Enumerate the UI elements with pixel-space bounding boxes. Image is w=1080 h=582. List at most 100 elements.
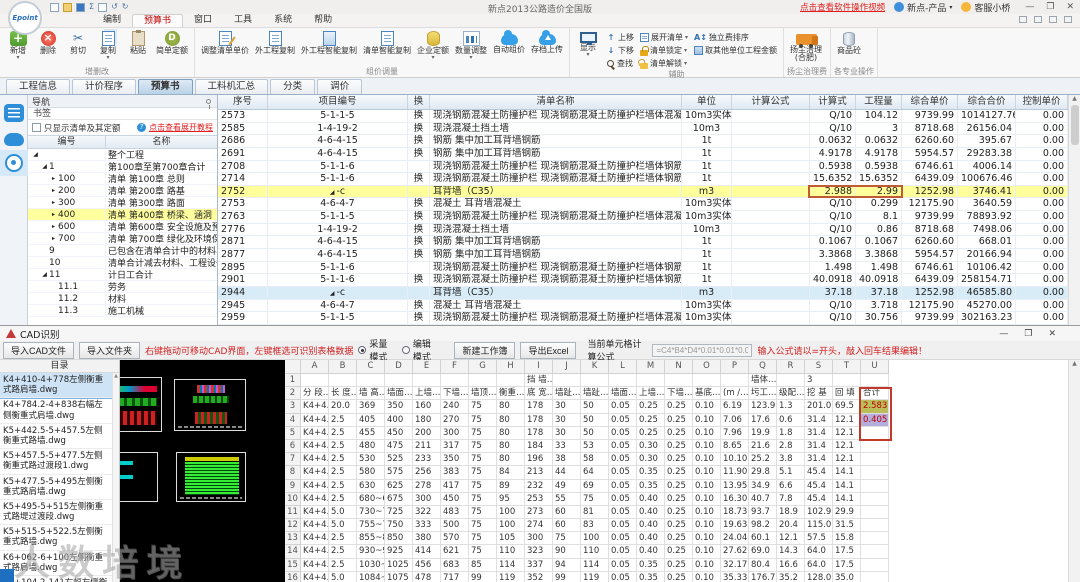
table-cell[interactable]: 2686 [218,135,268,147]
sheet-cell[interactable]: 墙面… [609,387,637,401]
sheet-cell[interactable] [693,374,721,388]
sheet-cell[interactable]: 0.10 [693,466,721,480]
sheet-cell[interactable]: 75 [469,505,497,520]
table-cell[interactable] [732,299,810,312]
table-cell[interactable]: 1t [682,135,732,147]
table-cell[interactable] [732,198,810,211]
sheet-cell[interactable]: 450 [385,426,413,440]
sheet-cell[interactable]: 2.5 [329,479,357,493]
undo-icon[interactable]: ↺ [111,2,118,12]
table-cell[interactable]: 0.00 [1016,198,1068,211]
table-cell[interactable]: 2573 [218,110,268,122]
sum-icon[interactable]: Σ [89,2,94,12]
sheet-cell[interactable]: 119 [581,571,609,582]
sheet-col-header[interactable]: L [609,360,637,374]
table-cell[interactable]: 5-1-1-5 [268,110,408,122]
table-cell[interactable]: 20166.94 [958,249,1016,261]
sheet-cell[interactable]: 7.06 [721,413,749,427]
sheet-cell[interactable]: 25.2 [749,453,777,467]
sheet-cell[interactable]: 80 [497,400,525,414]
sheet-cell[interactable]: 17.6 [749,413,777,427]
sheet-cell[interactable]: 233 [413,453,441,467]
table-cell[interactable] [732,312,810,324]
sheet-row-header[interactable]: 13 [285,532,301,546]
new-file-icon[interactable] [50,2,59,12]
table-cell[interactable]: 2763 [218,211,268,223]
sheet-cell[interactable] [833,374,861,388]
sheet-cell[interactable]: 底 宽… [525,387,553,401]
sheet-col-header[interactable]: P [721,360,749,374]
ribbon-button-db[interactable]: 企业定额 ▾ [414,29,452,67]
tree-arrow-icon[interactable]: ▸ [49,175,58,182]
sheet-cell[interactable]: 0.25 [665,519,693,533]
sheet-cell[interactable]: 29.9 [833,505,861,520]
sheet-cell[interactable]: 200 [413,426,441,440]
sheet-cell[interactable]: 75 [469,519,497,533]
table-cell[interactable]: 0.00 [1016,223,1068,236]
ribbon-button-expand[interactable]: 展开清单 ▾ [637,31,691,44]
sheet-cell[interactable]: 80 [497,413,525,427]
sidebar-item-locate[interactable] [0,150,28,176]
cad-close-button[interactable]: ✕ [1048,329,1056,339]
sheet-cell[interactable]: 64 [581,466,609,480]
table-cell[interactable]: 30.756 [856,312,902,324]
sheet-cell[interactable] [637,374,665,388]
sheet-cell[interactable] [861,545,889,559]
sheet-col-header[interactable]: E [413,360,441,374]
table-cell[interactable]: 换 [408,135,430,147]
ribbon-tab-帮助[interactable]: 帮助 [303,14,343,27]
table-cell[interactable]: 668.01 [958,236,1016,249]
table-cell[interactable] [732,135,810,147]
table-cell[interactable]: 4-6-4-15 [268,249,408,261]
sheet-cell[interactable]: 上墙… [413,387,441,401]
sheet-cell[interactable]: 176.7 [749,571,777,582]
table-cell[interactable]: 5-1-1-6 [268,261,408,274]
sheet-cell[interactable]: 55 [553,492,581,506]
sheet-cell[interactable]: 75 [469,492,497,506]
sheet-cell[interactable]: 1025 [385,558,413,572]
tab-工料机汇总[interactable]: 工料机汇总 [194,79,269,94]
sheet-cell[interactable]: 0.25 [665,426,693,440]
sheet-cell[interactable]: 0.25 [665,453,693,467]
tree-arrow-icon[interactable]: ◢ [40,163,49,170]
new-workbook-button[interactable]: 新建工作簿 [454,341,516,359]
cad-file-item[interactable]: K4+410-4+778左侧衡重式路肩墙.dwg [0,373,112,400]
sheet-cell[interactable]: 2.5 [329,545,357,559]
table-cell[interactable]: 7498.06 [958,223,1016,236]
sheet-cell[interactable] [861,532,889,546]
tab-工程信息[interactable]: 工程信息 [6,79,71,94]
sheet-cell[interactable]: 89 [497,479,525,493]
sheet-col-header[interactable]: S [805,360,833,374]
table-cell[interactable]: 4-6-4-15 [268,236,408,249]
sidebar-item-cloud[interactable] [0,126,28,150]
table-cell[interactable] [408,185,430,198]
sheet-cell[interactable] [441,374,469,388]
sheet-cell[interactable]: 75 [469,532,497,546]
tree-arrow-icon[interactable]: ◢ [31,151,40,158]
sheet-cell[interactable] [777,374,805,388]
table-cell[interactable]: 10m3 [682,223,732,236]
table-row[interactable]: 2573 5-1-1-5 换现浇钢筋混凝土防撞护栏 现浇钢筋混凝土防撞护栏墙体混凝土… [218,110,1068,123]
table-cell[interactable]: 1t [682,236,732,249]
table-row[interactable]: 2877 4-6-4-15 换钢筋 集中加工耳背墙钢筋 1t 3.3868 3.3868 5… [218,249,1068,262]
sheet-row-header[interactable]: 11 [285,505,301,520]
sheet-row-header[interactable]: 3 [285,400,301,414]
sheet-cell[interactable]: 0.10 [693,492,721,506]
sheet-cell[interactable]: 12.1 [833,426,861,440]
sheet-cell[interactable]: 417 [441,479,469,493]
sheet-cell[interactable]: 0.25 [665,413,693,427]
table-cell[interactable]: 0.00 [1016,286,1068,299]
sheet-col-header[interactable]: A [301,360,329,374]
sheet-cell[interactable]: 0.35 [637,571,665,582]
sheet-cell[interactable]: 0.10 [693,439,721,454]
table-cell[interactable]: 78893.92 [958,211,1016,223]
sheet-cell[interactable]: 5.1 [777,466,805,480]
sheet-row-header[interactable]: 1 [285,374,301,388]
sheet-cell[interactable]: 31.4 [805,426,833,440]
sheet-cell[interactable]: 278 [413,479,441,493]
sheet-col-header[interactable]: I [525,360,553,374]
sheet-cell[interactable]: 31.4 [805,453,833,467]
sheet-cell[interactable]: 2.8 [777,439,805,454]
tab-计价程序[interactable]: 计价程序 [72,79,137,94]
cad-file-item[interactable]: K5+442.5-5+457.5左侧衡重式路墙.dwg [0,424,112,450]
